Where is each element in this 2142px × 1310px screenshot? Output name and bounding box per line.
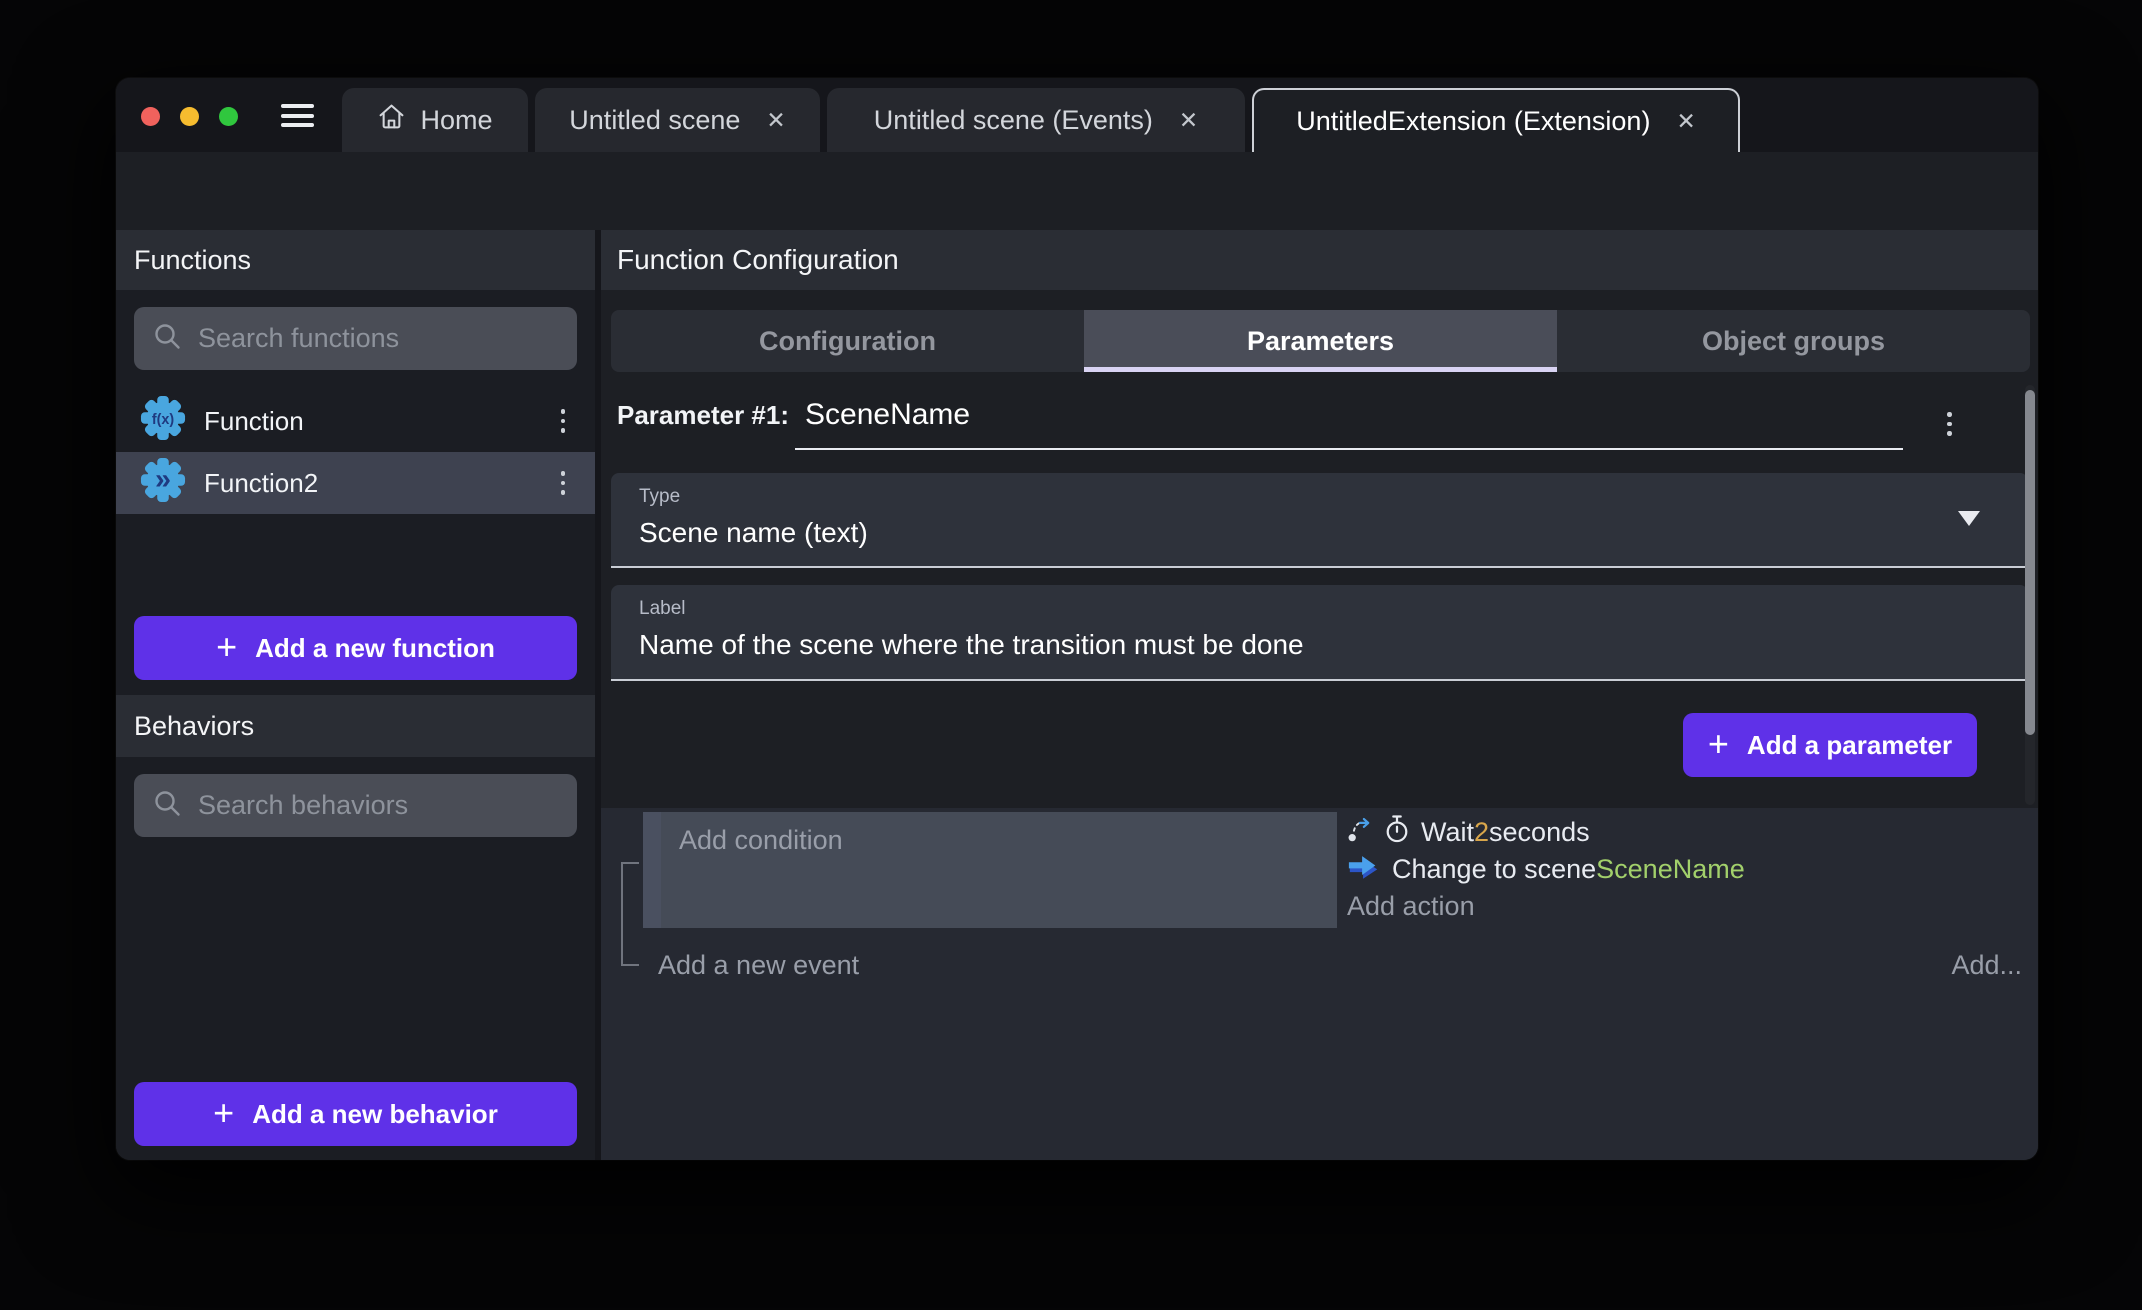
parameter-menu-icon[interactable]	[1941, 406, 1958, 442]
search-functions-input[interactable]	[198, 323, 559, 354]
add-action-label: Add action	[1347, 891, 1475, 922]
action-wait[interactable]: Wait 2 seconds	[1347, 814, 1745, 851]
change-scene-parameter: SceneName	[1596, 854, 1745, 885]
change-scene-arrow-icon	[1347, 853, 1381, 887]
tab-label: UntitledExtension (Extension)	[1296, 106, 1650, 137]
tab-untitled-extension-active[interactable]: UntitledExtension (Extension) ✕	[1252, 88, 1740, 152]
label-field-value[interactable]: Name of the scene where the transition m…	[639, 629, 2028, 661]
search-behaviors-box[interactable]	[134, 774, 577, 837]
wait-action-value: 2	[1474, 817, 1489, 848]
app-window: Home Untitled scene ✕ Untitled scene (Ev…	[116, 78, 2038, 1160]
add-action-link[interactable]: Add action	[1347, 888, 1745, 925]
dropdown-arrow-icon[interactable]	[1958, 511, 1980, 526]
close-tab-icon[interactable]: ✕	[766, 107, 785, 134]
search-icon	[152, 788, 182, 823]
function-item-label: Function	[204, 406, 304, 437]
parameter-index-label: Parameter #1:	[617, 400, 789, 431]
function-item-label: Function2	[204, 468, 318, 499]
configuration-tabs: Configuration Parameters Object groups	[611, 310, 2030, 372]
add-more-link[interactable]: Add...	[1951, 950, 2022, 981]
search-functions-box[interactable]	[134, 307, 577, 370]
parameter-type-select[interactable]: Type Scene name (text)	[611, 473, 2028, 568]
action-change-scene[interactable]: Change to scene SceneName	[1347, 851, 1745, 888]
events-sheet: Add condition	[601, 808, 2038, 1160]
tab-label: Untitled scene	[569, 105, 740, 136]
add-new-event-label: Add a new event	[658, 950, 859, 980]
tab-object-groups[interactable]: Object groups	[1557, 310, 2030, 372]
add-parameter-button[interactable]: + Add a parameter	[1683, 713, 1977, 777]
behaviors-section-header: Behaviors	[116, 695, 595, 757]
event-tree-bracket	[621, 862, 639, 966]
label-field-label: Label	[639, 598, 2028, 620]
parameter-name-input[interactable]: SceneName	[805, 398, 970, 432]
stopwatch-icon	[1384, 814, 1410, 851]
window-minimize-button[interactable]	[180, 107, 199, 126]
main-menu-icon[interactable]	[281, 104, 314, 128]
titlebar: Home Untitled scene ✕ Untitled scene (Ev…	[116, 78, 2038, 152]
gear-chevrons-icon: »	[140, 457, 186, 510]
svg-text:f(x): f(x)	[152, 411, 175, 427]
tab-configuration[interactable]: Configuration	[611, 310, 1084, 372]
scrollbar-thumb[interactable]	[2025, 390, 2035, 735]
window-close-button[interactable]	[141, 107, 160, 126]
change-scene-text: Change to scene	[1392, 854, 1596, 885]
close-tab-icon[interactable]: ✕	[1676, 108, 1695, 135]
parameter-header-row: Parameter #1: SceneName	[617, 398, 970, 432]
add-new-event-link[interactable]: Add a new event	[658, 950, 859, 981]
function-item-menu-icon[interactable]	[555, 403, 572, 439]
home-icon	[377, 102, 406, 138]
tab-label: Object groups	[1702, 326, 1885, 357]
function-list-item-selected[interactable]: » Function2	[116, 452, 595, 514]
function-list-item[interactable]: f(x) Function	[116, 390, 595, 452]
functions-title: Functions	[134, 245, 251, 276]
add-new-behavior-button[interactable]: + Add a new behavior	[134, 1082, 577, 1146]
add-more-label: Add...	[1951, 950, 2022, 980]
type-field-label: Type	[639, 486, 2028, 508]
svg-text:»: »	[155, 463, 171, 495]
tab-label: Parameters	[1247, 326, 1394, 357]
add-new-function-label: Add a new function	[255, 633, 495, 664]
search-icon	[152, 321, 182, 356]
wait-action-unit: seconds	[1489, 817, 1590, 848]
window-maximize-button[interactable]	[219, 107, 238, 126]
event-actions-column: Wait 2 seconds	[1347, 814, 1745, 925]
parameter-label-field[interactable]: Label Name of the scene where the transi…	[611, 585, 2028, 681]
tab-untitled-scene-events[interactable]: Untitled scene (Events) ✕	[827, 88, 1245, 152]
functions-section-header: Functions	[116, 230, 595, 290]
add-new-function-button[interactable]: + Add a new function	[134, 616, 577, 680]
event-drag-handle[interactable]	[643, 812, 661, 928]
type-field-value: Scene name (text)	[639, 517, 2028, 549]
add-new-behavior-label: Add a new behavior	[252, 1099, 498, 1130]
tab-untitled-scene[interactable]: Untitled scene ✕	[535, 88, 820, 152]
add-condition-label: Add condition	[679, 825, 843, 855]
wait-action-text: Wait	[1421, 817, 1474, 848]
tab-label: Untitled scene (Events)	[874, 105, 1153, 136]
main-panel: Function Configuration Configuration Par…	[601, 230, 2038, 1160]
add-condition-zone[interactable]: Add condition	[661, 812, 1337, 928]
parameter-name-underline	[795, 448, 1903, 450]
function-configuration-header: Function Configuration	[601, 230, 2038, 290]
close-tab-icon[interactable]: ✕	[1179, 107, 1198, 134]
toolbar: Preview Share	[116, 152, 2038, 230]
tab-label: Configuration	[759, 326, 936, 357]
sidebar: Functions	[116, 230, 595, 1160]
content-area: Functions	[116, 230, 2038, 1160]
tab-home[interactable]: Home	[342, 88, 528, 152]
add-parameter-label: Add a parameter	[1747, 730, 1952, 761]
page-title: Function Configuration	[617, 244, 899, 276]
tab-label: Home	[420, 105, 492, 136]
search-behaviors-input[interactable]	[198, 790, 559, 821]
behaviors-title: Behaviors	[134, 711, 254, 742]
async-icon	[1347, 812, 1373, 853]
gear-fx-icon: f(x)	[140, 395, 186, 448]
tab-parameters[interactable]: Parameters	[1084, 310, 1557, 372]
desktop-background: Home Untitled scene ✕ Untitled scene (Ev…	[0, 0, 2142, 1310]
function-item-menu-icon[interactable]	[555, 465, 572, 501]
